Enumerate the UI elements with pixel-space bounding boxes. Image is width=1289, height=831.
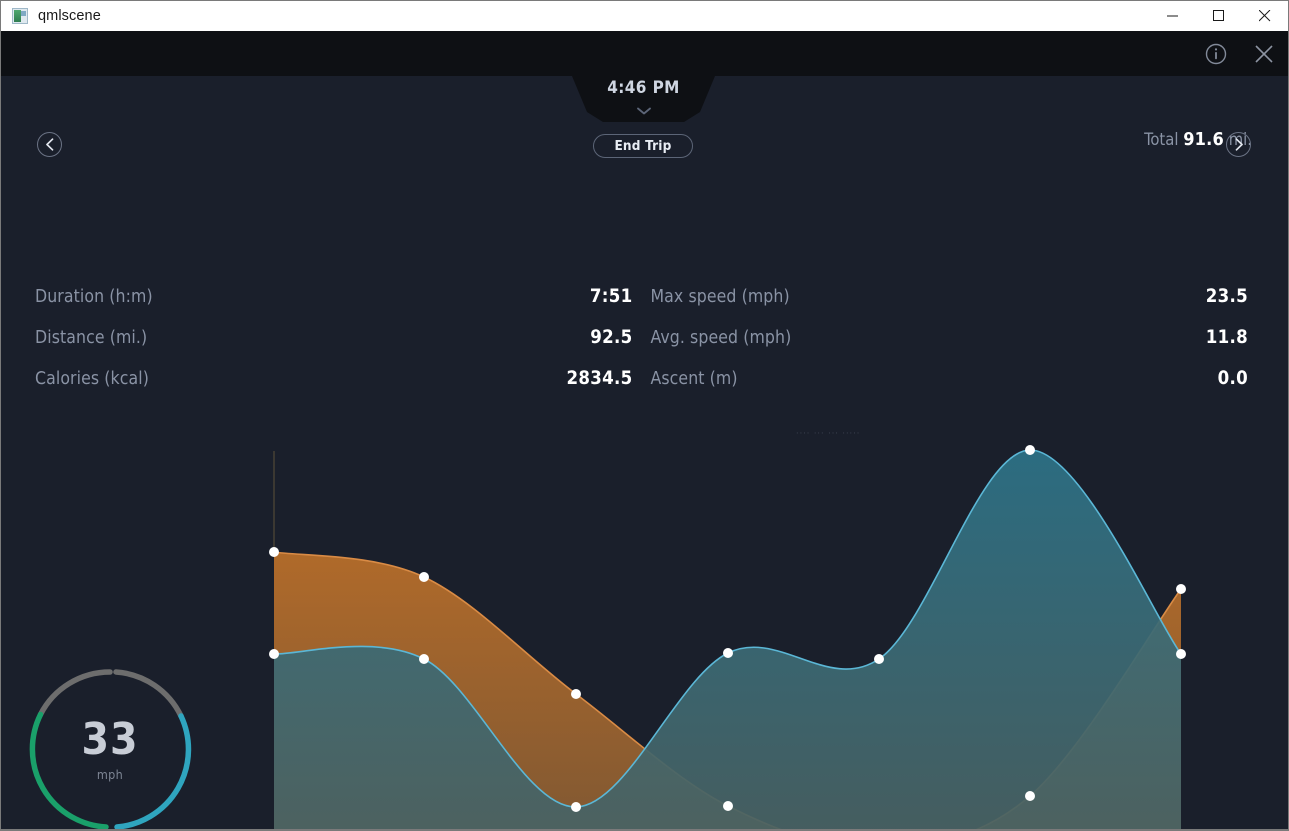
stat-value: 7:51 bbox=[590, 286, 633, 307]
chart-data-point[interactable] bbox=[419, 572, 429, 582]
total-distance-label: Total bbox=[1144, 130, 1178, 149]
app-close-icon[interactable] bbox=[1240, 31, 1288, 76]
chart-data-point[interactable] bbox=[571, 802, 581, 812]
app-topbar bbox=[1, 31, 1288, 76]
stat-row: Distance (mi.) 92.5 bbox=[35, 317, 633, 358]
stat-label: Ascent (m) bbox=[651, 369, 738, 389]
stat-label: Duration (h:m) bbox=[35, 287, 153, 307]
chevron-down-icon[interactable] bbox=[637, 100, 651, 119]
window-titlebar: qmlscene bbox=[1, 1, 1288, 31]
chevron-right-icon bbox=[1234, 138, 1244, 151]
stat-value: 2834.5 bbox=[566, 368, 632, 389]
close-button[interactable] bbox=[1242, 1, 1288, 31]
stat-row: Avg. speed (mph) 11.8 bbox=[651, 317, 1249, 358]
chart-data-point[interactable] bbox=[1176, 649, 1186, 659]
speed-readout: 33 mph bbox=[20, 660, 200, 829]
stat-label: Avg. speed (mph) bbox=[651, 328, 792, 348]
window-title: qmlscene bbox=[38, 8, 101, 24]
info-icon[interactable] bbox=[1192, 31, 1240, 76]
previous-trip-button[interactable] bbox=[37, 132, 62, 157]
trip-stats-grid: Duration (h:m) 7:51 Max speed (mph) 23.5… bbox=[35, 276, 1248, 399]
maximize-button[interactable] bbox=[1196, 1, 1242, 31]
chart-data-point[interactable] bbox=[269, 649, 279, 659]
stat-label: Max speed (mph) bbox=[651, 287, 790, 307]
speedometer-gauge: 33 mph bbox=[20, 660, 200, 829]
chart-data-point[interactable] bbox=[1025, 791, 1035, 801]
clock-label: 4:46 PM bbox=[607, 78, 680, 98]
stat-row: Max speed (mph) 23.5 bbox=[651, 276, 1249, 317]
chart-data-point[interactable] bbox=[874, 654, 884, 664]
stat-value: 92.5 bbox=[590, 327, 632, 348]
window-controls bbox=[1150, 1, 1288, 31]
speed-unit: mph bbox=[97, 767, 123, 782]
application-icon bbox=[12, 8, 28, 24]
stat-value: 11.8 bbox=[1206, 327, 1248, 348]
chart-data-point[interactable] bbox=[571, 689, 581, 699]
chart-data-point[interactable] bbox=[269, 547, 279, 557]
stat-value: 23.5 bbox=[1206, 286, 1248, 307]
speed-value: 33 bbox=[81, 718, 138, 762]
end-trip-button[interactable]: End Trip bbox=[593, 134, 693, 158]
window-frame: qmlscene bbox=[0, 0, 1289, 831]
chevron-left-icon bbox=[45, 138, 55, 151]
clock-tab[interactable]: 4:46 PM bbox=[572, 76, 715, 122]
chart-data-point[interactable] bbox=[419, 654, 429, 664]
stat-label: Distance (mi.) bbox=[35, 328, 147, 348]
chart-data-point[interactable] bbox=[723, 648, 733, 658]
chart-data-point[interactable] bbox=[723, 801, 733, 811]
stat-value: 0.0 bbox=[1218, 368, 1248, 389]
chart-data-point[interactable] bbox=[1176, 584, 1186, 594]
next-trip-button[interactable] bbox=[1226, 132, 1251, 157]
total-distance-value: 91.6 bbox=[1183, 129, 1224, 150]
chart-data-point[interactable] bbox=[1025, 445, 1035, 455]
minimize-button[interactable] bbox=[1150, 1, 1196, 31]
application-root: 4:46 PM Total 91.6 mi. End Trip Du bbox=[1, 31, 1288, 829]
stat-label: Calories (kcal) bbox=[35, 369, 149, 389]
stat-row: Duration (h:m) 7:51 bbox=[35, 276, 633, 317]
